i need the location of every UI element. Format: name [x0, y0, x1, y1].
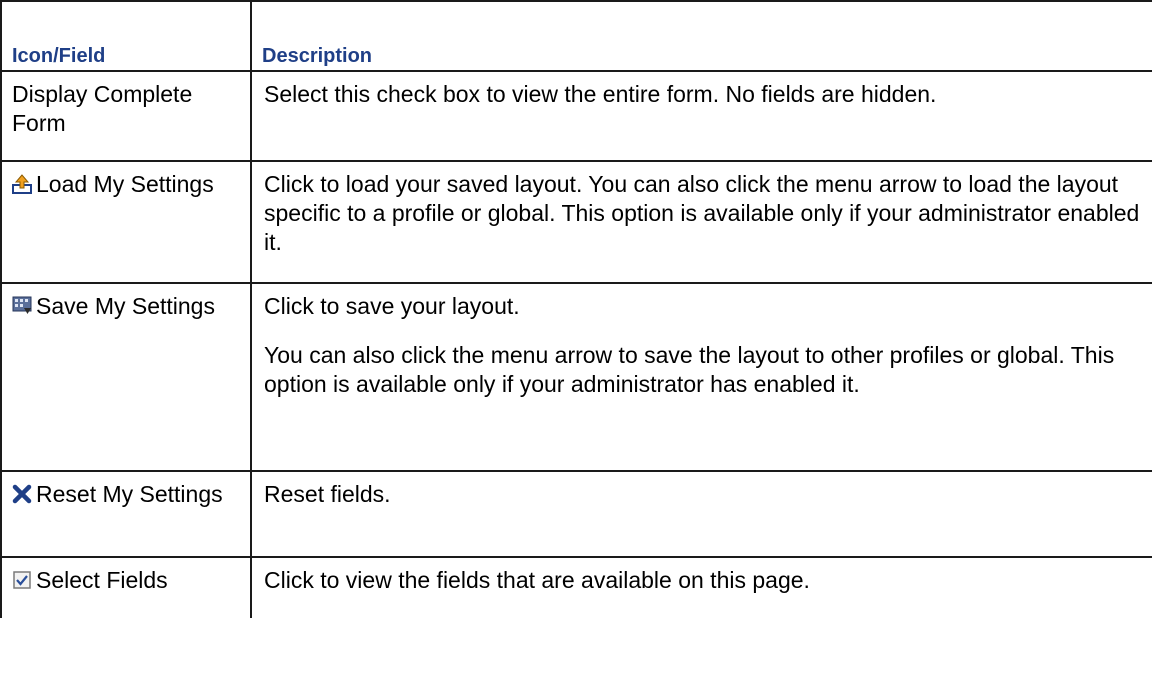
description-text: Select this check box to view the entire…: [264, 81, 937, 107]
description-text: You can also click the menu arrow to sav…: [264, 342, 1115, 397]
description-cell: Reset fields.: [250, 471, 1152, 558]
description-cell: Click to save your layout. You can also …: [250, 283, 1152, 472]
description-text: Click to load your saved layout. You can…: [264, 171, 1140, 255]
field-cell: Reset My Settings: [0, 471, 251, 558]
table-row: Display Complete Form Select this check …: [0, 71, 1152, 162]
header-description: Description: [250, 0, 1152, 72]
field-name: Reset My Settings: [36, 481, 223, 507]
save-settings-icon: [12, 296, 32, 314]
table-row: Select Fields Click to view the fields t…: [0, 557, 1152, 618]
description-cell: Click to view the fields that are availa…: [250, 557, 1152, 618]
load-settings-icon: [12, 174, 32, 194]
reset-x-icon: [12, 484, 32, 504]
description-text: Click to save your layout.: [264, 293, 520, 319]
description-text: Click to view the fields that are availa…: [264, 567, 810, 593]
header-icon-field: Icon/Field: [0, 0, 251, 72]
description-cell: Select this check box to view the entire…: [250, 71, 1152, 162]
table-row: Save My Settings Click to save your layo…: [0, 283, 1152, 472]
field-cell: Display Complete Form: [0, 71, 251, 162]
field-cell: Load My Settings: [0, 161, 251, 284]
field-name: Load My Settings: [36, 171, 214, 197]
description-cell: Click to load your saved layout. You can…: [250, 161, 1152, 284]
field-name: Save My Settings: [36, 293, 215, 319]
field-name: Select Fields: [36, 567, 168, 593]
field-cell: Save My Settings: [0, 283, 251, 472]
header-description-label: Description: [262, 45, 373, 67]
field-name: Display Complete Form: [12, 81, 193, 136]
icon-field-table: Icon/Field Description Display Complete …: [0, 0, 1152, 618]
table-row: Load My Settings Click to load your save…: [0, 161, 1152, 284]
header-icon-field-label: Icon/Field: [12, 45, 106, 67]
field-cell: Select Fields: [0, 557, 251, 618]
table-row: Reset My Settings Reset fields.: [0, 471, 1152, 558]
select-fields-checkbox-icon: [13, 571, 31, 589]
table-header-row: Icon/Field Description: [0, 0, 1152, 72]
description-text: Reset fields.: [264, 481, 391, 507]
